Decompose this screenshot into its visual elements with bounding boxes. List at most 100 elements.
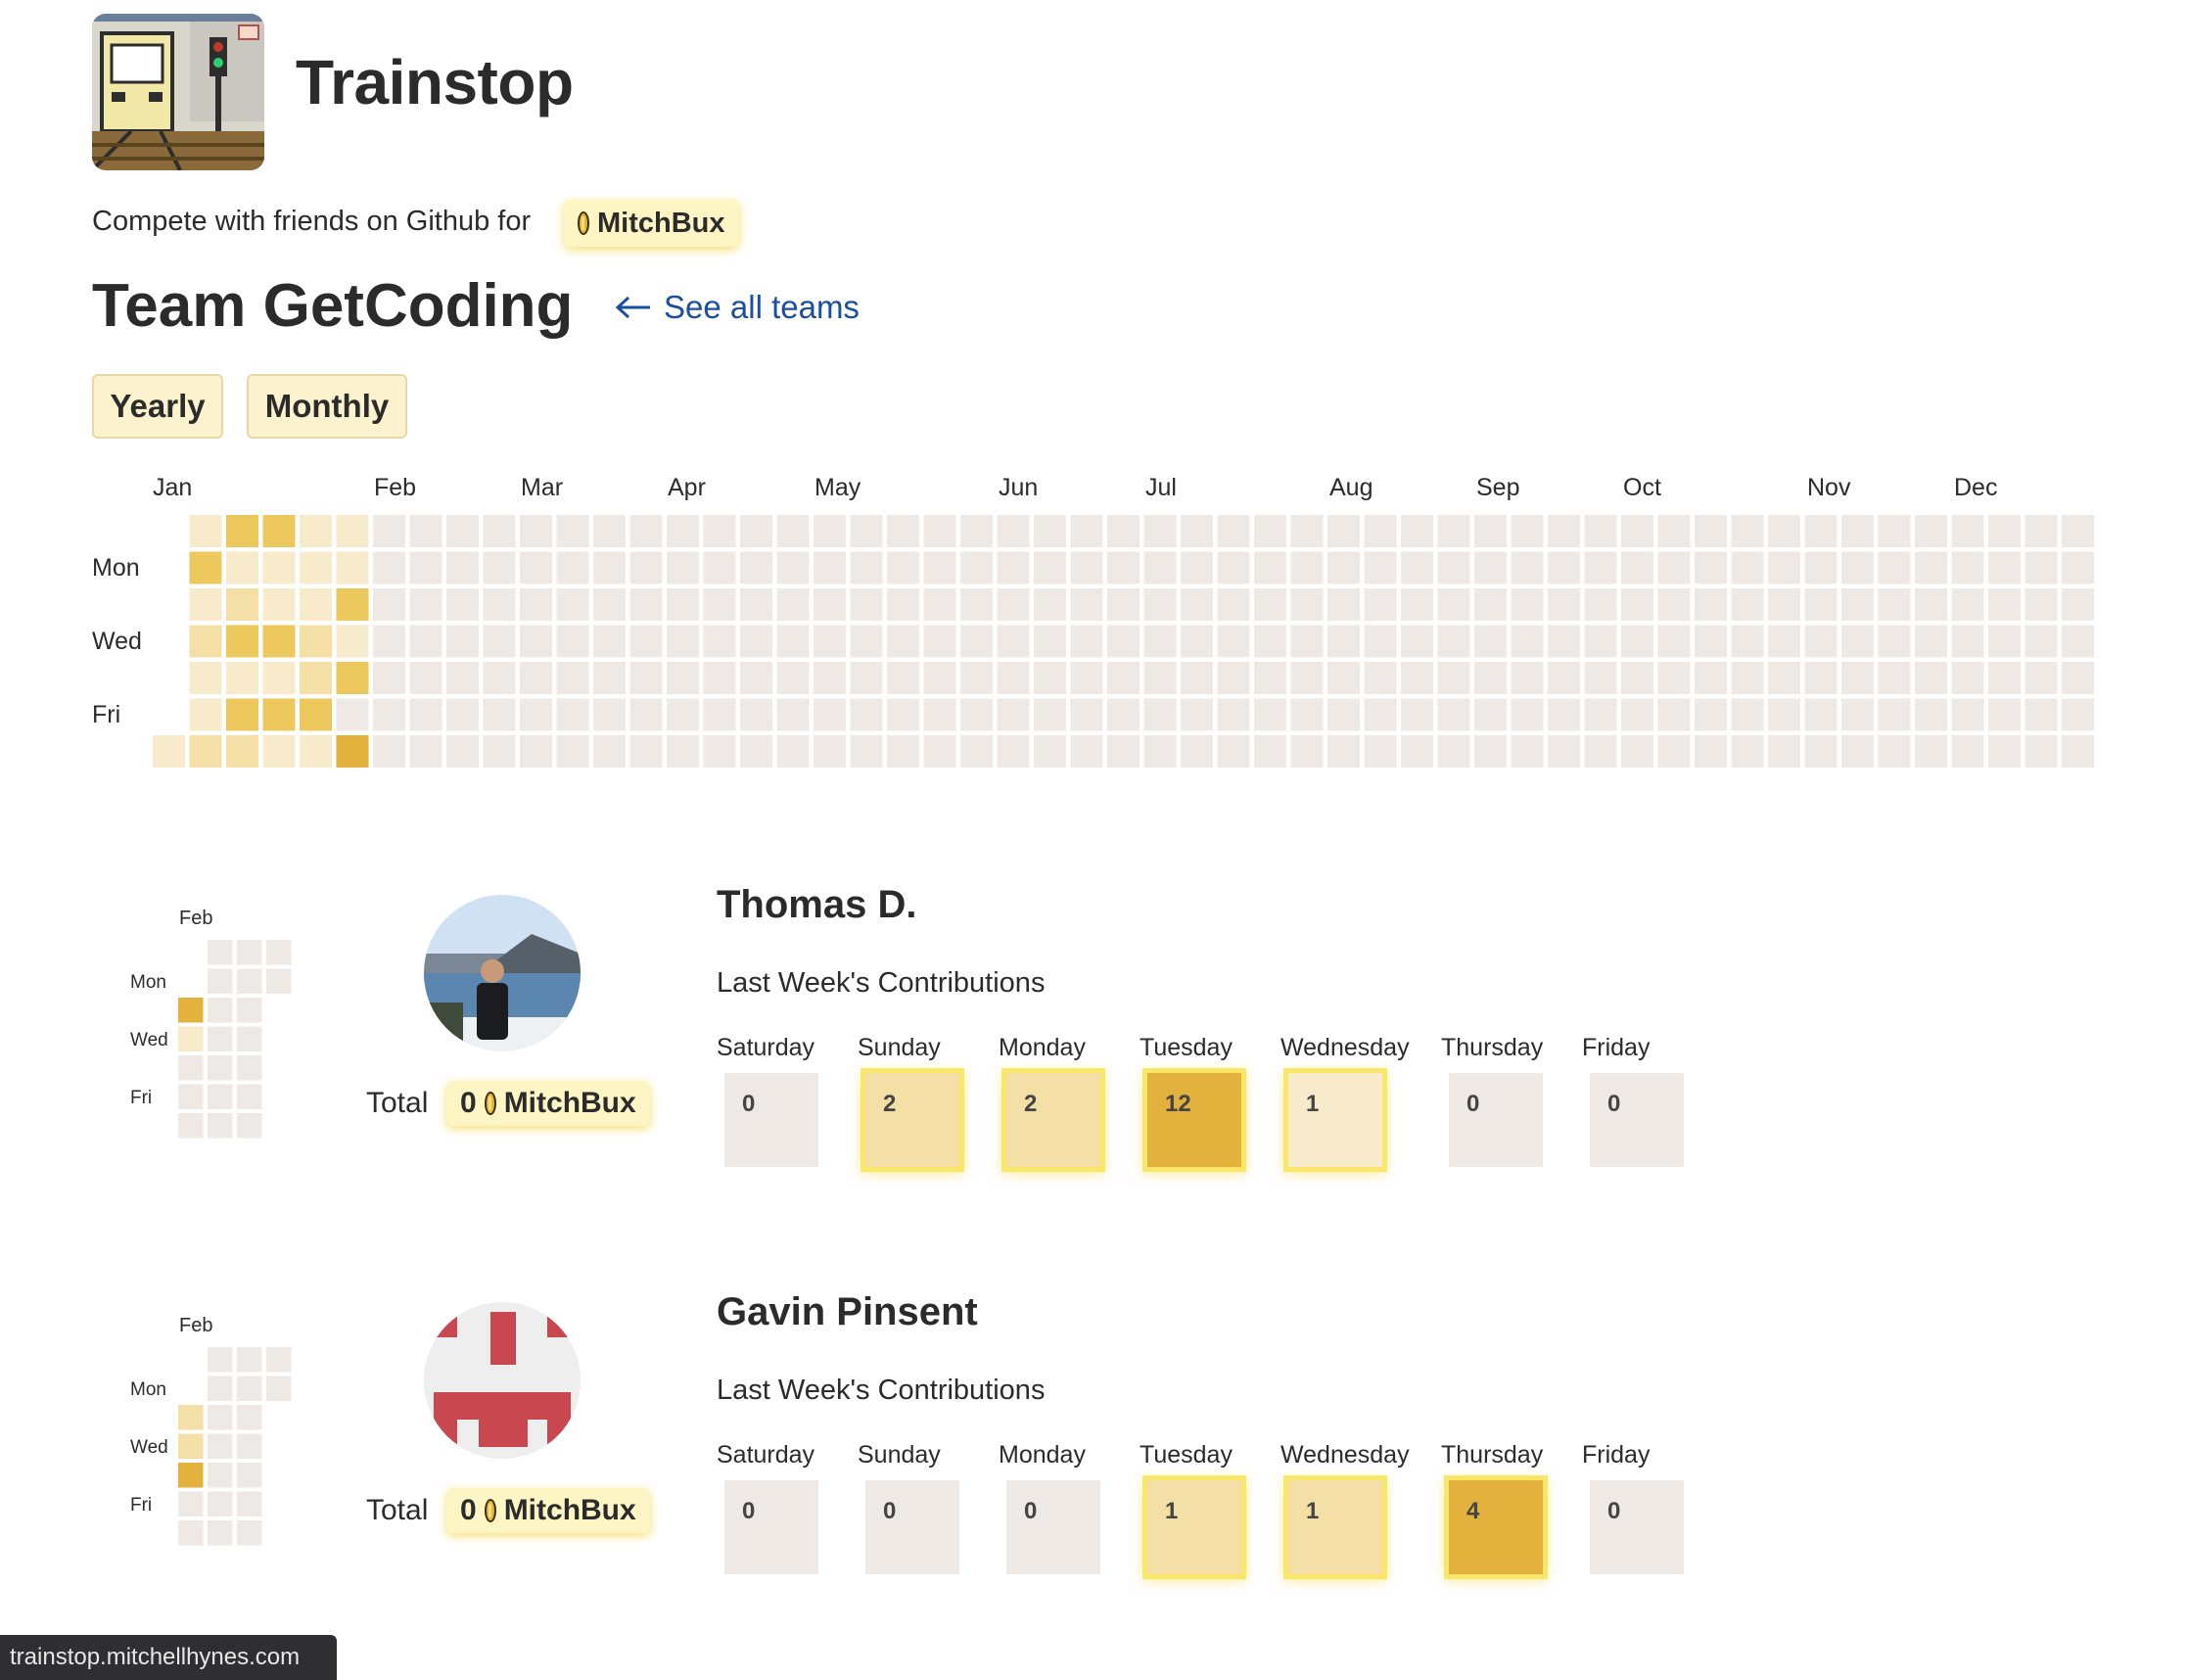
heatmap-cell bbox=[446, 625, 479, 658]
heatmap-cell bbox=[1181, 515, 1213, 547]
heatmap-cell bbox=[593, 625, 626, 658]
heatmap-cell bbox=[2024, 662, 2058, 694]
heatmap-cell bbox=[923, 698, 956, 731]
heatmap-cell bbox=[1327, 698, 1360, 731]
mini-day-fri: Fri bbox=[130, 1495, 153, 1516]
heatmap-cell bbox=[556, 588, 589, 621]
mini-heatmap-cell bbox=[178, 998, 204, 1023]
tagline: Compete with friends on Github for bbox=[92, 206, 532, 237]
heatmap-cell bbox=[1143, 551, 1177, 584]
heatmap-cell bbox=[1401, 735, 1433, 768]
contributions-heading: Last Week's Contributions bbox=[717, 1375, 1046, 1406]
mini-heatmap-cell bbox=[208, 1520, 233, 1546]
heatmap-month-aug: Aug bbox=[1329, 474, 1373, 501]
heatmap-cell bbox=[1364, 551, 1397, 584]
heatmap-cell bbox=[960, 515, 993, 547]
heatmap-month-apr: Apr bbox=[668, 474, 706, 501]
heatmap-cell bbox=[1474, 735, 1507, 768]
day-contribution-box: 1 bbox=[1288, 1480, 1382, 1574]
mini-heatmap-cell bbox=[208, 1376, 233, 1401]
heatmap-cell bbox=[2024, 588, 2058, 621]
heatmap-cell bbox=[593, 551, 626, 584]
heatmap-cell bbox=[1768, 515, 1800, 547]
heatmap-cell bbox=[1143, 515, 1177, 547]
monthly-button[interactable]: Monthly bbox=[247, 374, 407, 439]
heatmap-cell bbox=[300, 588, 332, 621]
heatmap-cell bbox=[887, 515, 919, 547]
heatmap-cell bbox=[1988, 698, 2021, 731]
member-avatar[interactable] bbox=[424, 1302, 581, 1459]
heatmap-cell bbox=[262, 625, 296, 658]
heatmap-cell bbox=[1327, 551, 1360, 584]
heatmap-cell bbox=[1621, 551, 1653, 584]
team-title: Team GetCoding bbox=[92, 272, 574, 340]
heatmap-cell bbox=[667, 551, 699, 584]
mitchbux-badge: MitchBux bbox=[564, 200, 739, 247]
heatmap-cell bbox=[1327, 662, 1360, 694]
heatmap-cell bbox=[1254, 625, 1286, 658]
mini-heatmap-cell bbox=[178, 1026, 204, 1051]
heatmap-cell bbox=[667, 735, 699, 768]
heatmap-cell bbox=[1364, 735, 1397, 768]
weekday-label-thursday: Thursday bbox=[1441, 1441, 1544, 1469]
heatmap-cell bbox=[2062, 588, 2094, 621]
total-value: 0 bbox=[460, 1087, 477, 1119]
heatmap-cell bbox=[887, 625, 919, 658]
mini-heatmap-cell bbox=[208, 1055, 233, 1081]
heatmap-cell bbox=[703, 588, 736, 621]
mini-heatmap-cell bbox=[178, 1405, 204, 1430]
see-all-teams-link[interactable]: See all teams bbox=[615, 288, 860, 327]
heatmap-cell bbox=[703, 698, 736, 731]
heatmap-cell bbox=[1290, 625, 1324, 658]
yearly-button[interactable]: Yearly bbox=[92, 374, 223, 439]
heatmap-cell bbox=[629, 735, 663, 768]
heatmap-cell bbox=[1657, 735, 1691, 768]
heatmap-cell bbox=[1034, 588, 1066, 621]
heatmap-cell bbox=[1437, 588, 1470, 621]
mini-heatmap-cell bbox=[178, 1520, 204, 1546]
total-label: Total bbox=[366, 1087, 429, 1119]
heatmap-cell bbox=[997, 588, 1030, 621]
heatmap-cell bbox=[483, 662, 516, 694]
heatmap-cell bbox=[556, 698, 589, 731]
day-contribution-box: 0 bbox=[1590, 1073, 1684, 1167]
weekday-label-friday: Friday bbox=[1582, 1034, 1651, 1061]
heatmap-cell bbox=[1511, 735, 1544, 768]
heatmap-cell bbox=[887, 551, 919, 584]
heatmap-cell bbox=[1511, 698, 1544, 731]
heatmap-cell bbox=[300, 698, 332, 731]
heatmap-cell bbox=[1290, 698, 1324, 731]
heatmap-cell bbox=[923, 735, 956, 768]
mini-heatmap-cell bbox=[178, 1113, 204, 1139]
heatmap-cell bbox=[629, 588, 663, 621]
heatmap-cell bbox=[667, 698, 699, 731]
heatmap-cell bbox=[850, 515, 883, 547]
member-avatar[interactable] bbox=[424, 895, 581, 1051]
heatmap-cell bbox=[300, 662, 332, 694]
heatmap-cell bbox=[226, 698, 258, 731]
heatmap-cell bbox=[629, 515, 663, 547]
heatmap-cell bbox=[189, 662, 222, 694]
heatmap-cell bbox=[850, 551, 883, 584]
heatmap-cell bbox=[1951, 551, 1984, 584]
heatmap-cell bbox=[814, 515, 846, 547]
mini-month-label: Feb bbox=[179, 908, 213, 929]
heatmap-cell bbox=[740, 625, 772, 658]
heatmap-cell bbox=[446, 588, 479, 621]
heatmap-cell bbox=[1695, 662, 1727, 694]
heatmap-cell bbox=[740, 551, 772, 584]
total-label: Total bbox=[366, 1494, 429, 1526]
mini-heatmap-cell bbox=[208, 1084, 233, 1109]
heatmap-cell bbox=[1107, 662, 1140, 694]
heatmap-month-oct: Oct bbox=[1623, 474, 1661, 501]
heatmap-cell bbox=[1327, 625, 1360, 658]
heatmap-cell bbox=[887, 588, 919, 621]
heatmap-cell bbox=[923, 662, 956, 694]
heatmap-cell bbox=[1768, 662, 1800, 694]
heatmap-cell bbox=[409, 515, 442, 547]
heatmap-cell bbox=[703, 625, 736, 658]
heatmap-cell bbox=[409, 698, 442, 731]
heatmap-cell bbox=[814, 735, 846, 768]
heatmap-cell bbox=[336, 551, 369, 584]
heatmap-cell bbox=[446, 662, 479, 694]
